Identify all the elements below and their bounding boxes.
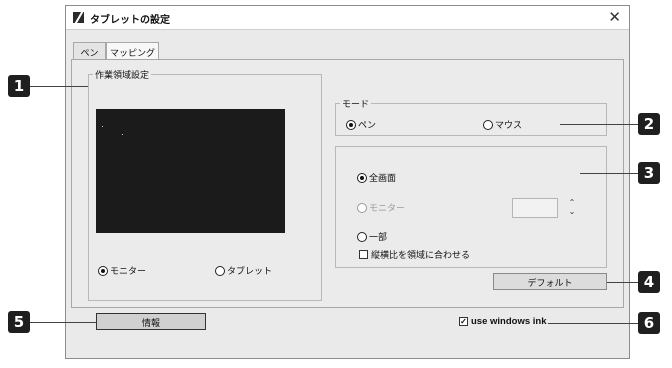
callout-badge-4: 4 bbox=[638, 271, 660, 293]
tab-mapping[interactable]: マッピング bbox=[106, 42, 159, 59]
pen-tablet-app-icon bbox=[73, 12, 84, 23]
tab-pen[interactable]: ペン bbox=[73, 42, 106, 59]
work-area-monitor-radio[interactable]: モニター bbox=[98, 264, 146, 277]
radio-indicator bbox=[357, 202, 367, 213]
callout-2-line bbox=[560, 124, 638, 125]
radio-label: タブレット bbox=[227, 267, 273, 277]
mode-group-label: モード bbox=[340, 97, 372, 110]
callout-6-line bbox=[548, 323, 638, 324]
monitor-number-spinner[interactable]: ⌃ ⌄ bbox=[566, 198, 578, 220]
callout-4-line bbox=[607, 282, 638, 283]
close-button[interactable]: ✕ bbox=[608, 8, 621, 26]
radio-label: 一部 bbox=[369, 233, 388, 243]
checkbox-indicator bbox=[359, 250, 368, 259]
radio-label: ペン bbox=[358, 121, 377, 131]
radio-indicator bbox=[98, 265, 108, 276]
mode-mouse-radio[interactable]: マウス bbox=[483, 118, 522, 131]
use-windows-ink-checkbox[interactable]: ✓ use windows ink bbox=[459, 316, 547, 327]
callout-badge-3: 3 bbox=[638, 162, 660, 184]
default-button[interactable]: デフォルト bbox=[493, 273, 607, 290]
radio-label: モニター bbox=[110, 267, 147, 277]
area-monitor-radio[interactable]: モニター bbox=[357, 201, 405, 214]
radio-indicator bbox=[346, 119, 356, 130]
checkbox-label: use windows ink bbox=[471, 316, 547, 327]
callout-5-line bbox=[30, 322, 96, 323]
work-area-group-label: 作業領域設定 bbox=[93, 68, 152, 81]
info-button[interactable]: 情報 bbox=[96, 313, 206, 330]
preview-marker bbox=[122, 134, 123, 135]
spin-up-icon[interactable]: ⌃ bbox=[566, 198, 578, 207]
radio-label: マウス bbox=[495, 121, 523, 131]
preview-marker bbox=[102, 126, 103, 127]
radio-indicator bbox=[357, 172, 367, 183]
window-title: タブレットの設定 bbox=[90, 15, 170, 26]
callout-badge-2: 2 bbox=[638, 113, 660, 135]
title-bar: タブレットの設定 ✕ bbox=[66, 6, 629, 30]
mode-pen-radio[interactable]: ペン bbox=[346, 118, 376, 131]
radio-label: モニター bbox=[369, 204, 406, 214]
radio-indicator bbox=[357, 231, 367, 242]
radio-indicator bbox=[483, 119, 493, 130]
radio-indicator bbox=[215, 265, 225, 276]
checkbox-label: 縦横比を領域に合わせる bbox=[371, 251, 471, 261]
monitor-number-input[interactable] bbox=[512, 198, 558, 218]
callout-badge-6: 6 bbox=[638, 312, 660, 334]
spin-down-icon[interactable]: ⌄ bbox=[566, 207, 578, 216]
callout-badge-1: 1 bbox=[8, 75, 30, 97]
keep-aspect-checkbox[interactable]: 縦横比を領域に合わせる bbox=[359, 248, 470, 261]
callout-badge-5: 5 bbox=[8, 311, 30, 333]
callout-3-line bbox=[580, 173, 638, 174]
callout-1-line bbox=[30, 86, 88, 87]
checkbox-indicator: ✓ bbox=[459, 317, 468, 326]
area-partial-radio[interactable]: 一部 bbox=[357, 230, 387, 243]
radio-label: 全画面 bbox=[369, 174, 397, 184]
work-area-tablet-radio[interactable]: タブレット bbox=[215, 264, 272, 277]
area-fullscreen-radio[interactable]: 全画面 bbox=[357, 171, 396, 184]
work-area-preview bbox=[96, 109, 285, 233]
